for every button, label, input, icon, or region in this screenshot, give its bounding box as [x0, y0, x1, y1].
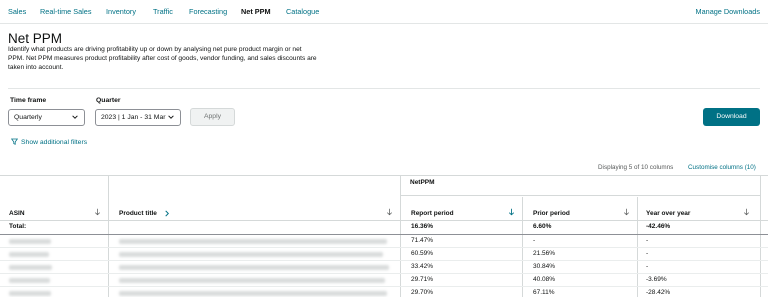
- row-divider: [0, 247, 768, 248]
- product-title-redacted: [119, 265, 389, 270]
- netppm-table: NetPPM ASIN Product title Report period …: [0, 175, 768, 297]
- tab-real-time-sales[interactable]: Real-time Sales: [40, 7, 92, 16]
- year-over-year-cell: -3.69%: [646, 276, 667, 283]
- tab-sales[interactable]: Sales: [8, 7, 26, 16]
- row-divider: [0, 286, 768, 287]
- prior-period-cell: 40.08%: [533, 276, 556, 283]
- column-divider: [760, 176, 761, 297]
- show-additional-filters-link[interactable]: Show additional filters: [10, 138, 88, 146]
- year-over-year-cell: -: [646, 237, 649, 244]
- group-header-divider: [400, 195, 760, 196]
- report-period-cell: 29.70%: [411, 289, 434, 296]
- arrow-down-icon[interactable]: [623, 208, 630, 216]
- prior-period-cell: 67.11%: [533, 289, 555, 296]
- manage-downloads-link[interactable]: Manage Downloads: [696, 7, 761, 16]
- product-title-redacted: [119, 239, 387, 244]
- row-divider: [0, 260, 768, 261]
- tab-inventory[interactable]: Inventory: [106, 7, 136, 16]
- chevron-down-icon: [168, 115, 174, 119]
- arrow-down-icon[interactable]: [386, 208, 393, 216]
- asin-redacted: [9, 239, 51, 244]
- prior-period-cell: 30.84%: [533, 263, 556, 270]
- asin-redacted: [9, 265, 52, 270]
- tab-net-ppm[interactable]: Net PPM: [241, 7, 271, 16]
- page-title: Net PPM: [8, 31, 63, 46]
- asin-redacted: [9, 252, 49, 257]
- top-nav: Sales Real-time Sales Inventory Traffic …: [0, 0, 768, 24]
- time-frame-value: Quarterly: [14, 114, 42, 121]
- column-header-asin[interactable]: ASIN: [9, 210, 25, 217]
- tab-forecasting[interactable]: Forecasting: [189, 7, 227, 16]
- tab-traffic[interactable]: Traffic: [153, 7, 173, 16]
- arrow-down-icon[interactable]: [508, 208, 515, 216]
- report-period-cell: 60.59%: [411, 250, 434, 257]
- total-label: Total:: [9, 223, 27, 230]
- customise-columns-link[interactable]: Customise columns (10): [688, 164, 756, 171]
- prior-period-cell: -: [533, 237, 536, 244]
- page-description: Identify what products are driving profi…: [8, 46, 317, 71]
- quarter-select[interactable]: 2023 | 1 Jan - 31 Mar: [95, 109, 181, 126]
- product-title-redacted: [119, 278, 385, 283]
- funnel-icon: [10, 138, 19, 145]
- asin-redacted: [9, 278, 50, 283]
- total-report-period: 16.36%: [411, 223, 434, 230]
- arrow-down-icon[interactable]: [743, 208, 750, 216]
- prior-period-cell: 21.56%: [533, 250, 556, 257]
- product-title-redacted: [119, 252, 383, 257]
- column-header-prior-period[interactable]: Prior period: [533, 210, 570, 217]
- quarter-value: 2023 | 1 Jan - 31 Mar: [101, 114, 166, 121]
- columns-count-text: Displaying 5 of 10 columns: [598, 164, 674, 171]
- arrow-down-icon[interactable]: [94, 208, 101, 216]
- total-divider: [0, 234, 768, 235]
- row-divider: [0, 273, 768, 274]
- show-additional-filters-label: Show additional filters: [21, 139, 88, 146]
- chevron-right-icon[interactable]: [164, 210, 170, 217]
- tab-catalogue[interactable]: Catalogue: [286, 7, 319, 16]
- report-period-cell: 33.42%: [411, 263, 434, 270]
- year-over-year-cell: -28.42%: [646, 289, 671, 296]
- total-prior-period: 6.60%: [533, 223, 552, 230]
- time-frame-select[interactable]: Quarterly: [8, 109, 85, 126]
- asin-redacted: [9, 291, 51, 296]
- year-over-year-cell: -: [646, 263, 649, 270]
- apply-button[interactable]: Apply: [190, 108, 235, 126]
- netppm-group-header: NetPPM: [410, 179, 435, 186]
- total-year-over-year: -42.46%: [646, 223, 671, 230]
- column-header-report-period[interactable]: Report period: [411, 210, 454, 217]
- chevron-down-icon: [72, 115, 78, 119]
- download-button[interactable]: Download: [703, 108, 760, 126]
- header-divider: [0, 220, 768, 221]
- product-title-redacted: [119, 291, 387, 296]
- time-frame-label: Time frame: [10, 97, 47, 104]
- quarter-label: Quarter: [96, 97, 121, 104]
- column-header-product-title[interactable]: Product title: [119, 210, 157, 217]
- report-period-cell: 29.71%: [411, 276, 434, 283]
- year-over-year-cell: -: [646, 250, 649, 257]
- section-divider: [8, 88, 760, 89]
- column-header-year-over-year[interactable]: Year over year: [646, 210, 690, 217]
- report-period-cell: 71.47%: [411, 237, 434, 244]
- column-divider: [108, 176, 109, 297]
